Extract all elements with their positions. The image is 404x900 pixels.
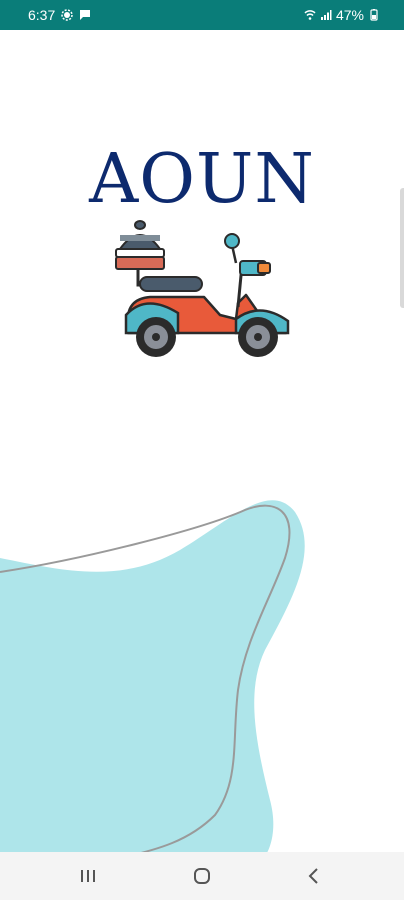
settings-icon xyxy=(61,9,73,21)
background-blob-shape xyxy=(0,500,305,860)
status-left: 6:37 xyxy=(28,7,91,23)
home-button[interactable] xyxy=(184,862,220,890)
battery-icon xyxy=(370,9,378,21)
navigation-bar xyxy=(0,852,404,900)
app-title: AOUN xyxy=(89,140,315,219)
home-icon xyxy=(194,868,210,884)
recent-apps-button[interactable] xyxy=(70,862,106,890)
back-button[interactable] xyxy=(296,862,332,890)
edge-panel-handle[interactable] xyxy=(400,188,404,308)
status-time: 6:37 xyxy=(28,7,56,23)
wifi-icon xyxy=(304,10,316,20)
back-icon xyxy=(308,868,318,884)
chat-icon xyxy=(80,10,91,20)
recent-apps-icon xyxy=(81,870,95,882)
signal-icon xyxy=(320,10,332,20)
status-right: 47% xyxy=(304,7,380,23)
status-bar: 6:37 47% xyxy=(0,0,404,30)
delivery-scooter-icon xyxy=(115,220,290,357)
battery-percentage: 47% xyxy=(335,7,364,23)
